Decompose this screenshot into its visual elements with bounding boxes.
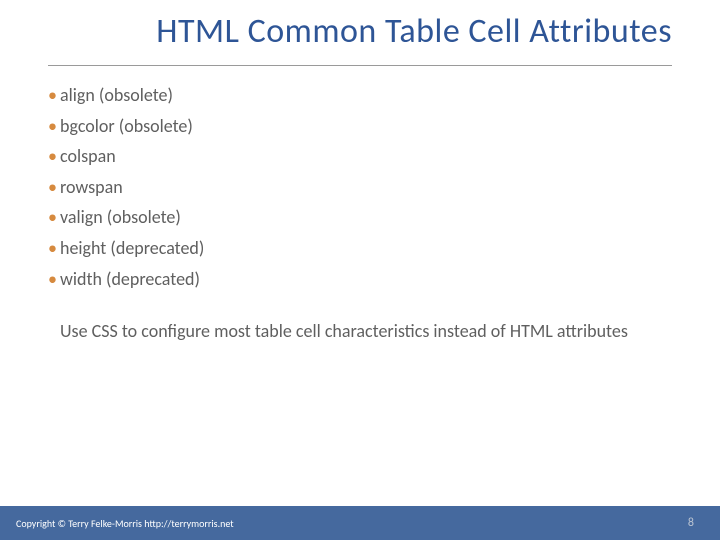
note-text: Use CSS to configure most table cell cha… bbox=[48, 320, 628, 343]
list-item: colspan bbox=[48, 141, 672, 172]
bullet-list: align (obsolete) bgcolor (obsolete) cols… bbox=[48, 80, 672, 294]
footer-bar: Copyright © Terry Felke-Morris http://te… bbox=[0, 506, 720, 540]
slide-body: align (obsolete) bgcolor (obsolete) cols… bbox=[0, 80, 720, 540]
list-item: bgcolor (obsolete) bbox=[48, 111, 672, 142]
list-item: width (deprecated) bbox=[48, 264, 672, 295]
page-number: 8 bbox=[688, 516, 694, 530]
list-item: rowspan bbox=[48, 172, 672, 203]
list-item: align (obsolete) bbox=[48, 80, 672, 111]
slide-title: HTML Common Table Cell Attributes bbox=[0, 0, 720, 59]
copyright-text: Copyright © Terry Felke-Morris http://te… bbox=[16, 517, 234, 530]
list-item: height (deprecated) bbox=[48, 233, 672, 264]
list-item: valign (obsolete) bbox=[48, 202, 672, 233]
title-divider bbox=[48, 65, 672, 66]
slide: HTML Common Table Cell Attributes align … bbox=[0, 0, 720, 540]
